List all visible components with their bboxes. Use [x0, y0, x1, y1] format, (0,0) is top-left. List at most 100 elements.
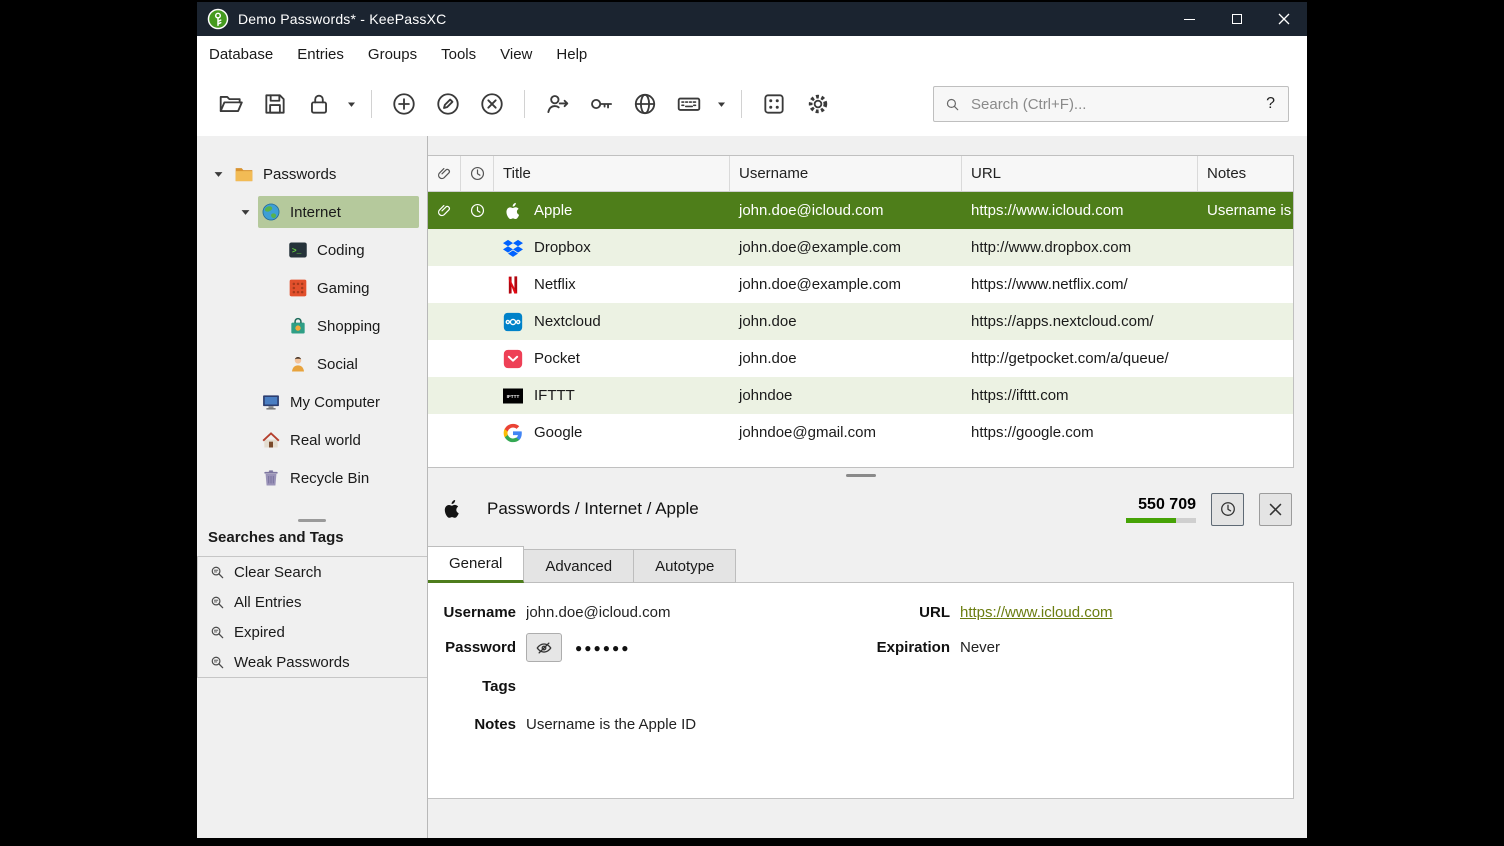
entry-row-google[interactable]: Googlejohndoe@gmail.comhttps://google.co…	[428, 414, 1293, 451]
saved-search-weak-passwords[interactable]: Weak Passwords	[198, 647, 427, 677]
totp-button[interactable]	[1211, 493, 1244, 526]
column-notes[interactable]: Notes	[1198, 156, 1293, 191]
save-database-button[interactable]	[253, 82, 297, 126]
attachment-cell	[428, 266, 461, 303]
titlebar[interactable]: Demo Passwords* - KeePassXC	[197, 2, 1307, 36]
group-row-body[interactable]: Gaming	[285, 272, 419, 304]
column-username[interactable]: Username	[730, 156, 962, 191]
sidebar-splitter-handle[interactable]	[298, 519, 326, 522]
entry-row-ifttt[interactable]: IFTTTIFTTTjohndoehttps://ifttt.com	[428, 377, 1293, 414]
menu-view[interactable]: View	[488, 36, 544, 72]
group-row-body[interactable]: Recycle Bin	[258, 462, 419, 494]
notes-value: Username is the Apple ID	[526, 716, 696, 733]
group-shopping[interactable]: Shopping	[197, 307, 427, 345]
attachment-cell	[428, 192, 461, 229]
group-social[interactable]: Social	[197, 345, 427, 383]
group-row-body[interactable]: Passwords	[231, 158, 419, 190]
expires-cell	[461, 266, 494, 303]
gaming-icon	[288, 278, 308, 298]
expiration-label: Expiration	[858, 639, 950, 656]
entry-row-dropbox[interactable]: Dropboxjohn.doe@example.comhttp://www.dr…	[428, 229, 1293, 266]
expand-arrow-icon[interactable]	[205, 169, 231, 180]
open-database-button[interactable]	[209, 82, 253, 126]
menu-entries[interactable]: Entries	[285, 36, 356, 72]
delete-entry-button[interactable]	[470, 82, 514, 126]
entry-row-pocket[interactable]: Pocketjohn.doehttp://getpocket.com/a/que…	[428, 340, 1293, 377]
group-row-body[interactable]: >_Coding	[285, 234, 419, 266]
group-row-body[interactable]: Internet	[258, 196, 419, 228]
coding-icon: >_	[288, 240, 308, 260]
search-icon	[944, 96, 961, 113]
saved-search-expired[interactable]: Expired	[198, 617, 427, 647]
group-coding[interactable]: >_Coding	[197, 231, 427, 269]
group-gaming[interactable]: Gaming	[197, 269, 427, 307]
edit-entry-button[interactable]	[426, 82, 470, 126]
saved-search-all-entries[interactable]: All Entries	[198, 587, 427, 617]
expires-cell	[461, 340, 494, 377]
copy-url-button[interactable]	[623, 82, 667, 126]
column-attachment[interactable]	[428, 156, 461, 191]
settings-button[interactable]	[796, 82, 840, 126]
lock-database-caret[interactable]	[341, 82, 361, 126]
group-row-body[interactable]: Social	[285, 348, 419, 380]
group-row-body[interactable]: My Computer	[258, 386, 419, 418]
close-button[interactable]	[1260, 2, 1307, 36]
entry-row-nextcloud[interactable]: Nextcloudjohn.doehttps://apps.nextcloud.…	[428, 303, 1293, 340]
menu-database[interactable]: Database	[197, 36, 285, 72]
group-recycle-bin[interactable]: Recycle Bin	[197, 459, 427, 497]
group-internet[interactable]: Internet	[197, 193, 427, 231]
url-link[interactable]: https://www.icloud.com	[960, 604, 1293, 621]
group-real-world[interactable]: Real world	[197, 421, 427, 459]
close-preview-button[interactable]	[1259, 493, 1292, 526]
eye-off-icon	[535, 639, 553, 657]
tab-general[interactable]: General	[428, 546, 524, 583]
column-title[interactable]: Title	[494, 156, 730, 191]
saved-search-clear-search[interactable]: Clear Search	[198, 557, 427, 587]
copy-password-button[interactable]	[579, 82, 623, 126]
search-help-button[interactable]: ?	[1263, 95, 1278, 113]
expand-arrow-icon[interactable]	[232, 207, 258, 218]
group-my-computer[interactable]: My Computer	[197, 383, 427, 421]
splitter-handle[interactable]	[846, 474, 876, 477]
sidebar-splitter[interactable]	[197, 515, 427, 525]
column-expires[interactable]	[461, 156, 494, 191]
table-detail-splitter[interactable]	[428, 468, 1294, 482]
toolbar-buttons	[209, 82, 840, 126]
group-row-body[interactable]: Real world	[258, 424, 419, 456]
entry-title: Nextcloud	[534, 313, 601, 330]
tab-autotype[interactable]: Autotype	[634, 549, 736, 583]
group-sidebar: Passwords Internet >_Coding Gaming Shopping S…	[197, 136, 428, 838]
username-cell: john.doe@icloud.com	[730, 192, 962, 229]
searches-header: Searches and Tags	[197, 525, 427, 556]
toggle-password-button[interactable]	[526, 633, 562, 662]
search-input[interactable]	[969, 95, 1263, 114]
entry-row-netflix[interactable]: Netflixjohn.doe@example.comhttps://www.n…	[428, 266, 1293, 303]
column-url[interactable]: URL	[962, 156, 1198, 191]
autotype-caret[interactable]	[711, 82, 731, 126]
toolbar-separator	[524, 90, 525, 118]
menu-groups[interactable]: Groups	[356, 36, 429, 72]
close-icon	[1278, 13, 1290, 25]
entry-row-apple[interactable]: Applejohn.doe@icloud.comhttps://www.iclo…	[428, 192, 1293, 229]
menu-tools[interactable]: Tools	[429, 36, 488, 72]
password-generator-button[interactable]	[752, 82, 796, 126]
notes-cell	[1198, 340, 1293, 377]
lock-database-button[interactable]	[297, 82, 341, 126]
search-box[interactable]: ?	[933, 86, 1289, 122]
field-row: Username john.doe@icloud.com URL https:/…	[428, 595, 1293, 630]
maximize-button[interactable]	[1213, 2, 1260, 36]
tab-advanced[interactable]: Advanced	[524, 549, 634, 583]
new-entry-button[interactable]	[382, 82, 426, 126]
password-label: Password	[428, 639, 516, 656]
attachment-cell	[428, 229, 461, 266]
saved-search-icon	[209, 564, 226, 581]
menu-help[interactable]: Help	[544, 36, 599, 72]
username-cell: johndoe@gmail.com	[730, 414, 962, 451]
entry-title: Apple	[534, 202, 572, 219]
minimize-button[interactable]	[1166, 2, 1213, 36]
autotype-button[interactable]	[667, 82, 711, 126]
copy-username-button[interactable]	[535, 82, 579, 126]
tree-arrow-icon	[213, 169, 224, 180]
group-row-body[interactable]: Shopping	[285, 310, 419, 342]
group-passwords[interactable]: Passwords	[197, 155, 427, 193]
